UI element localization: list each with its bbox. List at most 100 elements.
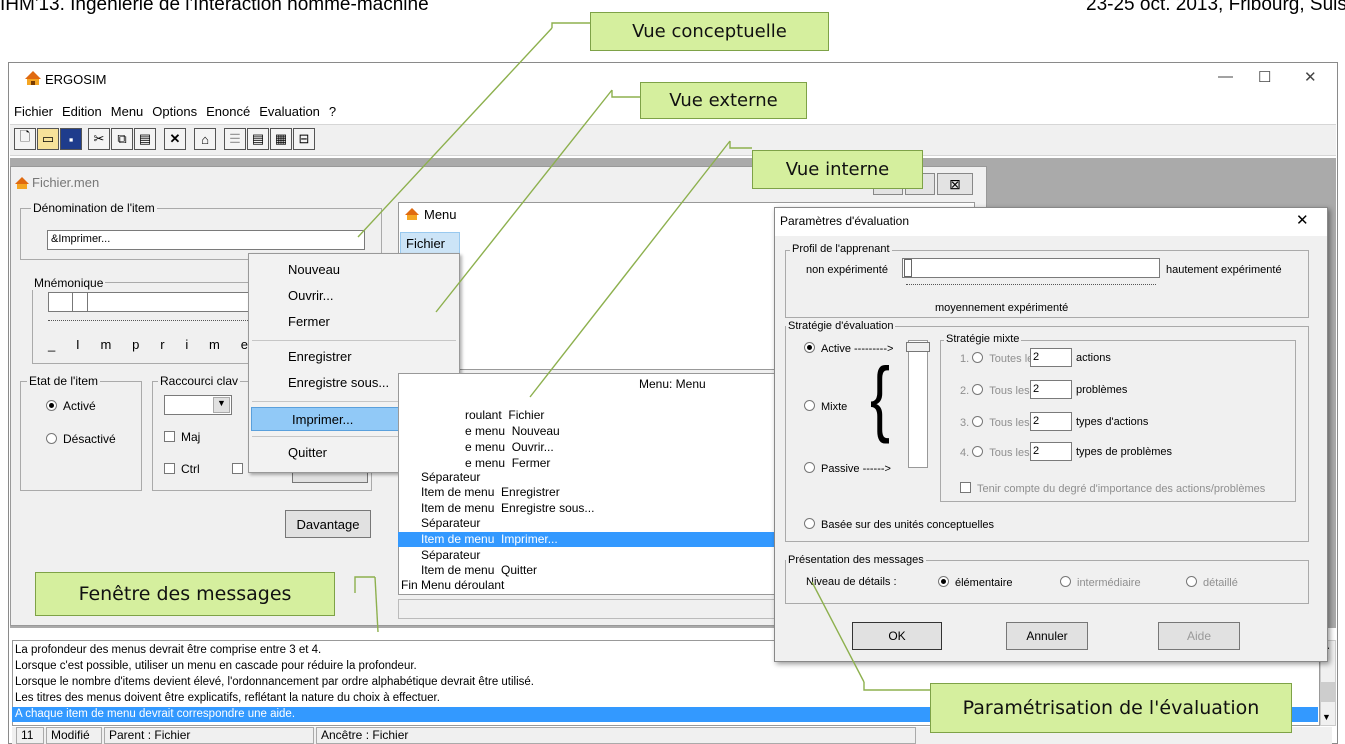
save-icon[interactable]: ▪ bbox=[60, 128, 82, 150]
tree-line[interactable]: Item de menu Quitter bbox=[421, 563, 537, 577]
paste-icon[interactable]: ▤ bbox=[134, 128, 156, 150]
menu-fichier[interactable]: Fichier bbox=[14, 104, 53, 119]
mixed-row-1[interactable]: 1. Toutes les bbox=[960, 352, 1039, 365]
tree-line[interactable]: Fin Menu déroulant bbox=[401, 578, 504, 592]
help-button[interactable]: Aide bbox=[1158, 622, 1240, 650]
dialog-close-button[interactable]: ✕ bbox=[1296, 211, 1309, 229]
active-radio[interactable]: Activé bbox=[46, 399, 96, 413]
tree-title: Menu: Menu bbox=[639, 377, 706, 391]
tree-line-selected[interactable]: Item de menu Imprimer... bbox=[421, 532, 558, 546]
profile-slider-thumb[interactable] bbox=[904, 259, 912, 277]
shortcut-label: Raccourci clav bbox=[158, 374, 241, 388]
maj-checkbox[interactable]: Maj bbox=[164, 430, 200, 444]
tree-line[interactable]: Séparateur bbox=[421, 470, 480, 484]
expert-label: hautement expérimenté bbox=[1166, 264, 1282, 276]
presentation-label: Présentation des messages bbox=[786, 554, 926, 566]
scrollbar-thumb[interactable] bbox=[1321, 682, 1335, 702]
elementary-radio[interactable]: élémentaire bbox=[938, 576, 1012, 589]
mixed-row-2[interactable]: 2. Tous les bbox=[960, 384, 1030, 397]
child-window-title: Fichier.men bbox=[32, 175, 100, 190]
tree-line[interactable]: Séparateur bbox=[421, 548, 480, 562]
intermediate-radio[interactable]: intermédiaire bbox=[1060, 576, 1141, 589]
mnemonic-ticks bbox=[48, 320, 248, 324]
dialog-title: Paramètres d'évaluation bbox=[780, 214, 910, 228]
tree-line[interactable]: Séparateur bbox=[421, 516, 480, 530]
cascade-icon[interactable]: ⊟ bbox=[293, 128, 315, 150]
menu-help[interactable]: ? bbox=[329, 104, 336, 119]
strategy-slider-thumb[interactable] bbox=[906, 342, 930, 352]
chevron-down-icon[interactable]: ▼ bbox=[1322, 712, 1331, 722]
callout-conceptual-view: Vue conceptuelle bbox=[590, 12, 829, 51]
app-title: ERGOSIM bbox=[45, 72, 107, 87]
alt-checkbox[interactable] bbox=[232, 462, 249, 476]
medium-label: moyennement expérimenté bbox=[935, 302, 1069, 314]
mixed-row-4-value[interactable]: 2 bbox=[1030, 442, 1072, 461]
copy-icon[interactable]: ⧉ bbox=[111, 128, 133, 150]
status-parent: Parent : Fichier bbox=[104, 727, 314, 744]
mnemonic-letters: _ Im p r i m e bbox=[48, 337, 248, 352]
mnemonic-slider-thumb[interactable] bbox=[72, 292, 88, 312]
preview-menu-fichier[interactable]: Fichier bbox=[400, 232, 460, 254]
mixed-row-3[interactable]: 3. Tous les bbox=[960, 416, 1030, 429]
ctrl-checkbox[interactable]: Ctrl bbox=[164, 462, 200, 476]
strategy-mixed-radio[interactable]: Mixte bbox=[804, 400, 847, 413]
tree-line[interactable]: e menu Ouvrir... bbox=[465, 440, 554, 454]
cancel-button[interactable]: Annuler bbox=[1006, 622, 1088, 650]
app-house-icon bbox=[25, 71, 41, 85]
menu-menu[interactable]: Menu bbox=[111, 104, 144, 119]
preview-title: Menu bbox=[424, 207, 457, 222]
child-close-button[interactable]: ⊠ bbox=[937, 173, 973, 195]
callout-external-view: Vue externe bbox=[640, 82, 807, 119]
profile-slider[interactable] bbox=[902, 258, 1160, 278]
tree-icon[interactable]: ☰ bbox=[224, 128, 246, 150]
tree-line[interactable]: roulant Fichier bbox=[465, 408, 544, 422]
profile-ticks bbox=[906, 284, 1156, 285]
mixed-row-1-value[interactable]: 2 bbox=[1030, 348, 1072, 367]
tree-line[interactable]: e menu Nouveau bbox=[465, 424, 560, 438]
mixed-row-4[interactable]: 4. Tous les bbox=[960, 446, 1030, 459]
callout-evaluation-settings: Paramétrisation de l'évaluation bbox=[930, 683, 1292, 733]
tree-line[interactable]: Item de menu Enregistre sous... bbox=[421, 501, 594, 515]
tree-line[interactable]: Item de menu Enregistrer bbox=[421, 485, 560, 499]
item-state-label: Etat de l'item bbox=[27, 374, 100, 388]
detailed-radio[interactable]: détaillé bbox=[1186, 576, 1238, 589]
close-button[interactable]: ✕ bbox=[1304, 68, 1317, 86]
item-name-label: Dénomination de l'item bbox=[31, 201, 157, 215]
more-button[interactable]: Davantage bbox=[285, 510, 371, 538]
mixed-row-4-unit: types de problèmes bbox=[1076, 446, 1172, 458]
menu-options[interactable]: Options bbox=[152, 104, 197, 119]
status-count: 11 bbox=[16, 727, 44, 744]
print-icon[interactable]: ⌂ bbox=[194, 128, 216, 150]
ok-button[interactable]: OK bbox=[852, 622, 942, 650]
learner-profile-label: Profil de l'apprenant bbox=[790, 243, 892, 255]
new-file-icon[interactable]: 🗋 bbox=[14, 128, 36, 150]
message-line: Lorsque c'est possible, utiliser un menu… bbox=[15, 660, 417, 672]
preview-house-icon bbox=[405, 208, 419, 220]
strategy-slider[interactable] bbox=[908, 340, 928, 468]
strategy-passive-radio[interactable]: Passive ------> bbox=[804, 462, 891, 475]
submenu-icon[interactable]: ▦ bbox=[270, 128, 292, 150]
menu-enonce[interactable]: Enoncé bbox=[206, 104, 250, 119]
inactive-radio[interactable]: Désactivé bbox=[46, 432, 116, 446]
tree-line[interactable]: e menu Fermer bbox=[465, 456, 550, 470]
menu-item-enregistrer[interactable]: Enregistrer bbox=[248, 345, 460, 369]
maximize-button[interactable]: ☐ bbox=[1258, 68, 1271, 86]
item-name-input[interactable]: &Imprimer... bbox=[47, 230, 365, 250]
message-line-selected: A chaque item de menu devrait correspond… bbox=[15, 708, 296, 720]
menu-edition[interactable]: Edition bbox=[62, 104, 102, 119]
conceptual-radio[interactable]: Basée sur des unités conceptuelles bbox=[804, 518, 994, 531]
cut-icon[interactable]: ✂ bbox=[88, 128, 110, 150]
chevron-down-icon[interactable]: ▼ bbox=[213, 397, 230, 413]
mixed-row-2-value[interactable]: 2 bbox=[1030, 380, 1072, 399]
status-modified: Modifié bbox=[46, 727, 102, 744]
menu-edit-icon[interactable]: ▤ bbox=[247, 128, 269, 150]
menu-evaluation[interactable]: Evaluation bbox=[259, 104, 320, 119]
minimize-button[interactable]: — bbox=[1218, 68, 1233, 85]
open-folder-icon[interactable]: ▭ bbox=[37, 128, 59, 150]
mixed-row-3-value[interactable]: 2 bbox=[1030, 412, 1072, 431]
menu-item-fermer[interactable]: Fermer bbox=[248, 310, 460, 334]
importance-checkbox[interactable]: Tenir compte du degré d'importance des a… bbox=[960, 482, 1265, 495]
menu-item-ouvrir[interactable]: Ouvrir... bbox=[248, 284, 460, 308]
menu-item-nouveau[interactable]: Nouveau bbox=[248, 258, 460, 282]
delete-icon[interactable]: ✕ bbox=[164, 128, 186, 150]
